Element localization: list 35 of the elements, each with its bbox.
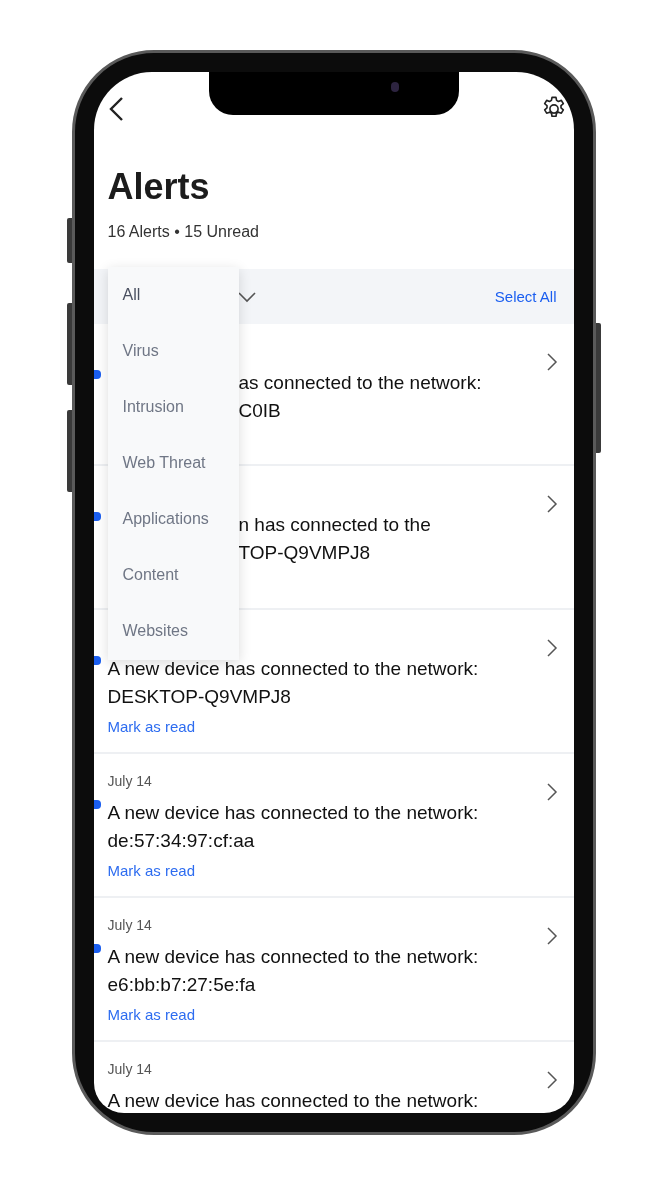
alert-message: TOP-Q9VMPJ8 — [238, 541, 372, 565]
chevron-icon — [545, 1070, 558, 1090]
mark-as-read-link[interactable]: Mark as read — [107, 717, 196, 737]
chevron-icon — [545, 494, 558, 514]
filter-option[interactable]: Applications — [107, 491, 239, 547]
alert-summary: 16 Alerts • 15 Unread — [107, 222, 260, 242]
alert-message: DESKTOP-Q9VMPJ8 — [107, 685, 292, 709]
filter-option[interactable]: All — [107, 267, 239, 323]
alert-message: A new device has connected to the network: — [107, 1089, 480, 1113]
alert-message: C0IB — [238, 399, 282, 423]
alert-message: A new device has connected to the network: — [107, 657, 480, 681]
alert-message: A new device has connected to the network: — [107, 945, 480, 969]
alert-message: de:57:34:97:cf:aa — [107, 829, 256, 853]
alert-date: July 14 — [107, 773, 152, 789]
chevron-icon — [545, 638, 558, 658]
filter-option[interactable]: Virus — [107, 323, 239, 379]
alert-date: July 14 — [107, 1061, 152, 1077]
mark-as-read-link[interactable]: Mark as read — [107, 861, 196, 881]
alert-message: n has connected to the — [238, 513, 432, 537]
select-all-link[interactable]: Select All — [494, 288, 557, 305]
filter-option[interactable]: Intrusion — [107, 379, 239, 435]
alert-message: e6:bb:b7:27:5e:fa — [107, 973, 257, 997]
chevron-icon — [545, 926, 558, 946]
filter-option[interactable]: Content — [107, 547, 239, 603]
alert-date: July 14 — [107, 917, 152, 933]
filter-option[interactable]: Web Threat — [107, 435, 239, 491]
alert-message: A new device has connected to the network: — [107, 801, 480, 825]
caret-icon[interactable] — [236, 290, 257, 303]
alert-message: as connected to the network: — [238, 371, 483, 395]
chevron-icon — [545, 352, 558, 372]
mark-as-read-link[interactable]: Mark as read — [107, 1005, 196, 1025]
filter-option[interactable]: Websites — [107, 603, 239, 659]
page-title: Alerts — [107, 165, 211, 209]
back-icon[interactable] — [107, 96, 124, 122]
chevron-icon — [545, 782, 558, 802]
